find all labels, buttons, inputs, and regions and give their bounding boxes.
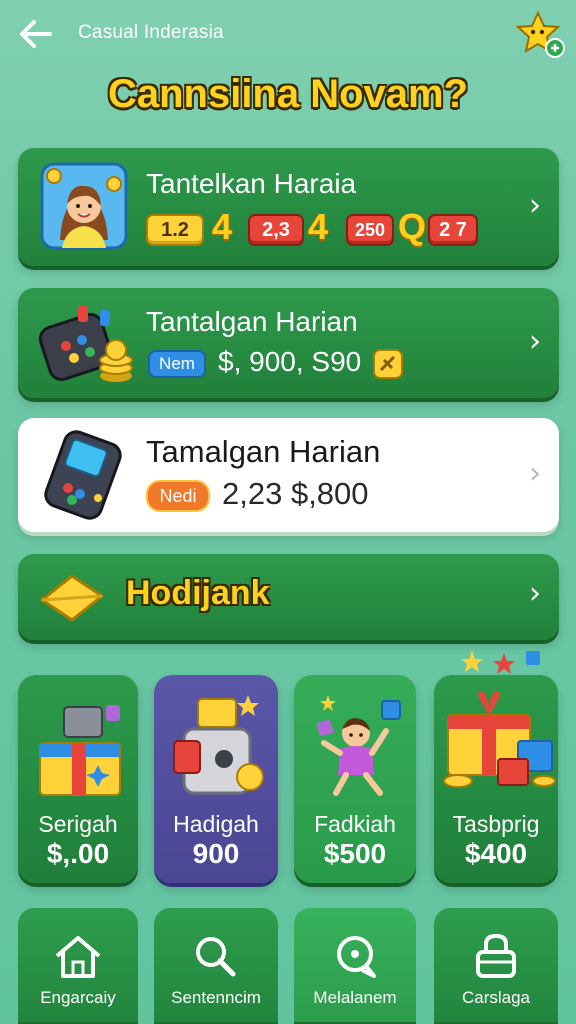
- nav-label: Carslaga: [461, 988, 531, 1007]
- tile-value: $500: [323, 838, 387, 869]
- nav-label: Engarcaiy: [40, 988, 116, 1007]
- chevron-right-icon: ›: [529, 456, 541, 491]
- tile-value: 900: [192, 838, 240, 869]
- score-chip: 250: [346, 214, 394, 246]
- top-bar: Casual Inderasia: [0, 0, 576, 70]
- score-chip: 2,3: [248, 214, 304, 246]
- nav-label: Sentenncim: [171, 988, 261, 1007]
- nav-locker[interactable]: Carslaga: [434, 908, 558, 1024]
- status-badge: Nem: [148, 350, 206, 378]
- tile-label: Hadigah: [173, 811, 259, 837]
- tile-label: Tasbprig: [452, 811, 540, 837]
- card-title: Tamalgan Harian: [146, 434, 381, 469]
- reward-amount: 2,23 $,800: [222, 476, 369, 511]
- chevron-right-icon: ›: [529, 188, 541, 223]
- child-character-icon: [308, 689, 404, 805]
- coin-icon: [372, 348, 404, 380]
- tile-label: Serigah: [38, 811, 118, 837]
- reward-tile-2[interactable]: Hadigah 900: [154, 675, 278, 883]
- score-chip: Q: [398, 206, 427, 247]
- search-icon: [189, 932, 243, 980]
- mystery-cube-icon: [168, 689, 264, 805]
- handheld-console-icon: [38, 428, 130, 520]
- nav-label: Melalanem: [313, 988, 397, 1007]
- status-badge: Nedi: [146, 480, 210, 512]
- home-icon: [51, 932, 105, 980]
- reward-amount: $, 900, S90: [218, 346, 362, 377]
- tile-label: Fadkiah: [314, 811, 396, 837]
- chat-icon: [328, 932, 382, 980]
- app-title: Casual Inderasia: [78, 22, 224, 43]
- rewards-card[interactable]: Hodijank ›: [18, 554, 559, 640]
- card-title: Tantalgan Harian: [146, 306, 358, 337]
- score-chip: 4: [212, 206, 233, 247]
- tile-value: $,.00: [46, 838, 110, 869]
- daily-challenge-card-3[interactable]: Tamalgan Harian Nedi 2,23 $,800 ›: [18, 418, 559, 532]
- gift-box-icon: [34, 689, 124, 805]
- card-title: Hodijank: [126, 574, 270, 612]
- star-badge-icon[interactable]: [514, 10, 566, 60]
- card-title: Tantelkan Haraia: [146, 168, 357, 199]
- avatar: [40, 162, 128, 250]
- page-headline: Cannsiina Novam?: [107, 72, 469, 116]
- reward-tile-3[interactable]: Fadkiah $500: [294, 675, 416, 883]
- nav-messages[interactable]: Melalanem: [294, 908, 416, 1024]
- chevron-right-icon: ›: [529, 576, 541, 611]
- daily-challenge-card-1[interactable]: Tantelkan Haraia 1.2 4 2,3 4 250 Q 2 7 ›: [18, 148, 559, 266]
- score-chip: 4: [308, 206, 329, 247]
- reward-tile-4[interactable]: Tasbprig $400: [434, 651, 558, 883]
- back-arrow-icon[interactable]: [18, 18, 54, 50]
- envelope-icon: [36, 568, 108, 628]
- tile-value: $400: [464, 838, 528, 869]
- chevron-right-icon: ›: [529, 324, 541, 359]
- score-chip: 2 7: [428, 214, 478, 246]
- gift-pile-icon: [440, 649, 556, 805]
- reward-tile-1[interactable]: Serigah $,.00: [18, 675, 138, 883]
- nav-search[interactable]: Sentenncim: [154, 908, 278, 1024]
- daily-challenge-card-2[interactable]: Tantalgan Harian Nem $, 900, S90 ›: [18, 288, 559, 398]
- score-chip: 1.2: [146, 214, 204, 246]
- lock-icon: [469, 932, 523, 980]
- gamepad-icon: [38, 300, 134, 390]
- nav-home[interactable]: Engarcaiy: [18, 908, 138, 1024]
